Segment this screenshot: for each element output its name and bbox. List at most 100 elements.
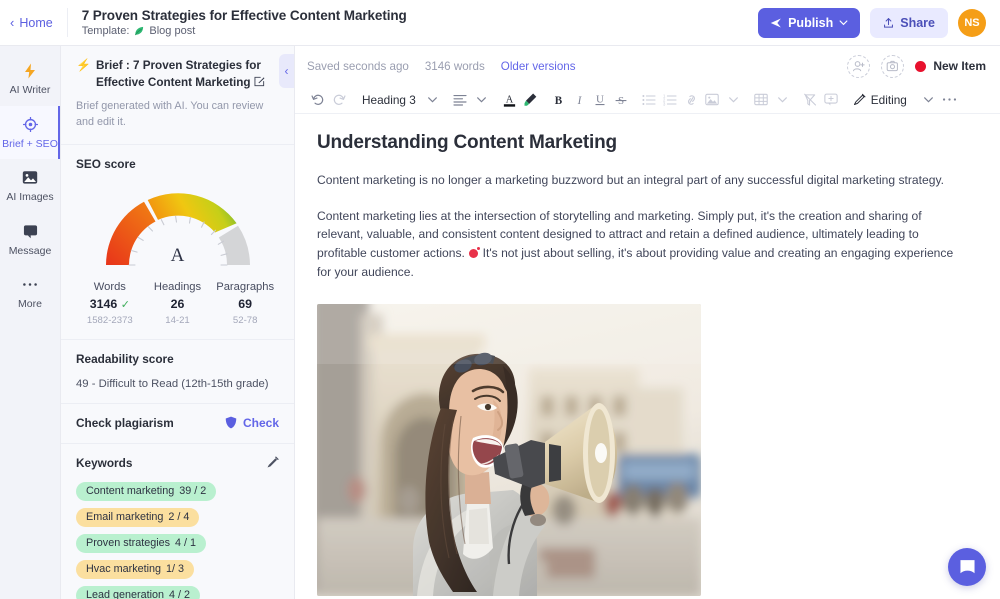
keywords-edit-button[interactable] [266,456,279,469]
keyword-chip[interactable]: Content marketing 39 / 2 [76,481,217,501]
cursor-marker-icon [469,247,481,259]
rail-label: More [18,298,42,311]
plagiarism-check-button[interactable]: Check [225,416,279,430]
editing-mode-button[interactable]: Editing [849,88,911,112]
stat-label: Words [93,280,126,293]
publish-label: Publish [788,15,834,30]
italic-button[interactable]: I [569,88,590,112]
image-icon [2,169,58,186]
document-title-block: 7 Proven Strategies for Effective Conten… [66,8,407,37]
mode-chevron-down-icon[interactable] [918,88,939,112]
insert-image-button[interactable] [702,88,723,112]
add-media-button[interactable] [881,54,905,78]
saved-status: Saved seconds ago [307,59,409,73]
stat-range: 1582-2373 [86,314,133,326]
top-bar: ‹ Home 7 Proven Strategies for Effective… [0,0,1000,46]
keyword-chip[interactable]: Email marketing 2 / 4 [76,507,200,527]
seo-grade: A [170,244,185,266]
seo-gauge: A [76,185,279,271]
megaphone-photo [317,303,701,596]
chevron-left-icon: ‹ [10,15,15,30]
brief-title-row: ⚡ Brief : 7 Proven Strategies for Effect… [76,58,279,91]
editing-mode-label: Editing [870,92,907,107]
intercom-chat-button[interactable] [948,548,986,586]
keyword-chip[interactable]: Lead generation 4 / 2 [76,585,201,599]
record-dot-icon [915,60,927,72]
keyword-chip[interactable]: Proven strategies 4 / 1 [76,533,207,553]
target-icon [2,116,58,133]
brief-seo-panel: ⚡ Brief : 7 Proven Strategies for Effect… [61,46,295,599]
app-root: ‹ Home 7 Proven Strategies for Effective… [0,0,1000,599]
link-button[interactable] [681,88,702,112]
rail-label: AI Images [6,191,54,204]
editor-status-bar: Saved seconds ago 3146 words Older versi… [295,46,1000,86]
sidebar-item-message[interactable]: Message [0,213,60,267]
left-rail: AI Writer Brief + SEO AI Images Message … [0,46,61,599]
edit-pencil-icon[interactable] [254,76,265,87]
stat-range: 52-78 [232,314,258,326]
highlight-button[interactable] [520,88,541,112]
numbered-list-button[interactable]: 123 [660,88,681,112]
clear-formatting-button[interactable] [800,88,821,112]
more-options-button[interactable] [939,88,960,112]
readability-label: Readability score [76,351,174,366]
stat-value: 69 [238,296,253,311]
template-line: Template: Blog post [82,25,407,37]
document-paragraph: Content marketing is no longer a marketi… [317,173,944,187]
insert-table-button[interactable] [751,88,772,112]
document-canvas[interactable]: Understanding Content Marketing Content … [295,114,1000,599]
chevron-down-icon[interactable] [422,88,443,112]
body-region: AI Writer Brief + SEO AI Images Message … [0,46,1000,599]
add-comment-button[interactable] [821,88,842,112]
strikethrough-button[interactable]: S [611,88,632,112]
bolt-icon [2,62,58,79]
home-label: Home [19,15,53,30]
home-back-link[interactable]: ‹ Home [10,16,67,30]
readability-value: 49 - Difficult to Read (12th-15th grade) [76,377,269,390]
underline-button[interactable]: U [590,88,611,112]
seo-score-section: SEO score A Words 3146 ✓ 1582-2373 Headi… [61,145,294,340]
chat-bubble-icon [958,558,977,577]
new-item-label: New Item [933,59,986,73]
publish-button[interactable]: Publish [758,7,861,38]
table-chevron-down-icon[interactable] [772,88,793,112]
bold-button[interactable]: B [548,88,569,112]
keyword-chip[interactable]: Hvac marketing 1/ 3 [76,559,195,579]
svg-text:U: U [596,94,604,106]
template-label: Template: [81,25,130,37]
document-image[interactable] [317,303,701,596]
ellipsis-icon [2,276,58,293]
share-button[interactable]: Share [870,7,948,38]
plagiarism-section: Check plagiarism Check [61,404,294,444]
editor-status-actions: New Item [847,54,986,78]
undo-button[interactable] [307,88,328,112]
sidebar-item-more[interactable]: More [0,266,60,320]
plagiarism-label: Check plagiarism [76,415,174,430]
leaf-icon [133,25,145,37]
stat-paragraphs: Paragraphs 69 52-78 [211,281,279,326]
avatar[interactable]: NS [958,8,986,37]
redo-button[interactable] [328,88,349,112]
align-button[interactable] [450,88,471,112]
rail-label: Message [8,244,52,257]
svg-text:B: B [555,95,563,107]
stat-headings: Headings 26 14-21 [144,281,212,326]
align-chevron-down-icon[interactable] [471,88,492,112]
sidebar-item-brief-seo[interactable]: Brief + SEO [0,105,60,160]
text-color-button[interactable]: A [499,88,520,112]
collapse-panel-button[interactable]: ‹ [279,54,294,88]
chevron-down-icon [839,18,848,27]
svg-text:3: 3 [663,101,666,106]
image-chevron-down-icon[interactable] [723,88,744,112]
older-versions-link[interactable]: Older versions [501,60,576,73]
template-name: Blog post [149,25,196,37]
block-style-select[interactable]: Heading 3 [356,88,422,112]
add-collaborator-button[interactable] [847,54,871,78]
sidebar-item-ai-images[interactable]: AI Images [0,159,60,213]
rail-label: AI Writer [9,84,51,96]
rail-label: Brief + SEO [2,137,58,150]
sidebar-item-ai-writer[interactable]: AI Writer [0,52,60,106]
keywords-label: Keywords [76,455,133,470]
new-item-button[interactable]: New Item [915,59,986,73]
bullet-list-button[interactable] [639,88,660,112]
